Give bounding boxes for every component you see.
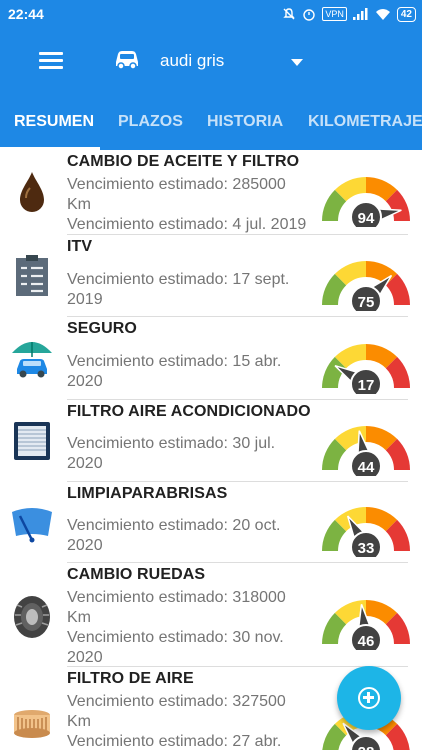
gauge-segment bbox=[385, 273, 410, 306]
item-detail: 2020 bbox=[67, 537, 103, 554]
gauge-segment bbox=[365, 177, 398, 202]
gauge-segment bbox=[385, 189, 410, 222]
item-detail: Km bbox=[67, 609, 91, 626]
gauge-value: 17 bbox=[358, 377, 375, 394]
progress-gauge: 75 bbox=[322, 261, 410, 311]
item-detail: 2020 bbox=[67, 373, 103, 390]
tire-icon bbox=[14, 596, 50, 638]
item-detail: Vencimiento estimado: 327500 bbox=[67, 693, 286, 710]
gauge-value: 94 bbox=[358, 210, 375, 227]
item-title: CAMBIO RUEDAS bbox=[67, 566, 206, 583]
gauge-segment bbox=[322, 438, 347, 471]
gauge-segment bbox=[322, 273, 347, 306]
umbrella-car-icon bbox=[12, 342, 52, 378]
progress-gauge: 44 bbox=[322, 426, 410, 476]
vehicle-name[interactable]: audi gris bbox=[160, 51, 224, 71]
maintenance-list: CAMBIO DE ACEITE Y FILTRO Vencimiento es… bbox=[0, 150, 422, 750]
tab-kilometraje[interactable]: KILOMETRAJE bbox=[308, 113, 422, 131]
menu-bar bbox=[39, 66, 63, 69]
item-detail: 2019 bbox=[67, 291, 103, 308]
progress-gauge: 94 bbox=[322, 177, 410, 227]
gauge-segment bbox=[365, 600, 398, 625]
gauge-segment bbox=[385, 519, 410, 552]
item-title: FILTRO AIRE ACONDICIONADO bbox=[67, 403, 311, 420]
list-item-cambio-aceite[interactable]: CAMBIO DE ACEITE Y FILTRO Vencimiento es… bbox=[0, 150, 422, 235]
windshield-wiper-icon bbox=[12, 508, 52, 543]
oil-drop-icon bbox=[20, 172, 44, 212]
battery-indicator: 42 bbox=[396, 6, 416, 22]
gauge-segment bbox=[334, 261, 367, 286]
menu-bar bbox=[39, 52, 63, 55]
dropdown-arrow-icon[interactable] bbox=[291, 59, 303, 66]
gauge-segment bbox=[334, 177, 367, 202]
gauge-value: 33 bbox=[358, 540, 375, 557]
list-item-filtro-aire-acondicionado[interactable]: FILTRO AIRE ACONDICIONADO Vencimiento es… bbox=[0, 400, 422, 482]
air-filter-icon bbox=[14, 710, 50, 738]
gauge-segment bbox=[322, 723, 347, 750]
tab-historia[interactable]: HISTORIA bbox=[207, 113, 283, 131]
bell-off-icon bbox=[283, 8, 296, 20]
item-title: ITV bbox=[67, 238, 93, 255]
menu-button[interactable] bbox=[36, 48, 66, 74]
gauge-segment bbox=[334, 344, 367, 369]
gauge-segment bbox=[365, 344, 398, 369]
menu-bar bbox=[39, 59, 63, 62]
gauge-value: 46 bbox=[358, 633, 375, 650]
item-detail: 2020 bbox=[67, 649, 103, 666]
status-bar: 22:44 VPN 42 bbox=[0, 0, 422, 28]
gauge-value: 28 bbox=[358, 744, 375, 750]
item-detail: Vencimiento estimado: 30 jul. bbox=[67, 435, 276, 452]
item-detail: Vencimiento estimado: 30 nov. bbox=[67, 629, 284, 646]
progress-gauge: 46 bbox=[322, 600, 410, 650]
item-title: FILTRO DE AIRE bbox=[67, 670, 194, 687]
progress-gauge: 33 bbox=[322, 507, 410, 557]
gauge-segment bbox=[385, 723, 410, 750]
add-button[interactable] bbox=[337, 666, 401, 730]
gauge-segment bbox=[385, 438, 410, 471]
progress-gauge: 17 bbox=[322, 344, 410, 394]
list-item-itv[interactable]: ITV Vencimiento estimado: 17 sept. 2019 … bbox=[0, 235, 422, 317]
item-title: CAMBIO DE ACEITE Y FILTRO bbox=[67, 153, 300, 170]
car-icon bbox=[116, 51, 138, 70]
item-detail: Vencimiento estimado: 4 jul. 2019 bbox=[67, 216, 307, 233]
item-detail: Km bbox=[67, 196, 91, 213]
app-bar: audi gris bbox=[0, 28, 422, 94]
vpn-badge: VPN bbox=[322, 7, 347, 21]
tab-bar: RESUMEN PLAZOS HISTORIA KILOMETRAJE bbox=[0, 94, 422, 150]
gauge-segment bbox=[365, 507, 398, 532]
item-detail: 2020 bbox=[67, 455, 103, 472]
status-icons: VPN 42 bbox=[282, 5, 416, 23]
item-detail: Vencimiento estimado: 20 oct. bbox=[67, 517, 281, 534]
item-detail: Vencimiento estimado: 285000 bbox=[67, 176, 286, 193]
gauge-segment bbox=[365, 426, 398, 451]
tab-plazos[interactable]: PLAZOS bbox=[118, 113, 183, 131]
item-detail: Vencimiento estimado: 17 sept. bbox=[67, 271, 290, 288]
item-title: LIMPIAPARABRISAS bbox=[67, 485, 228, 502]
checklist-icon bbox=[16, 255, 48, 296]
alarm-icon bbox=[303, 9, 316, 21]
gauge-segment bbox=[322, 519, 347, 552]
item-title: SEGURO bbox=[67, 320, 137, 337]
signal-icon bbox=[352, 8, 368, 20]
gauge-value: 75 bbox=[358, 294, 375, 311]
gauge-segment bbox=[385, 356, 410, 389]
gauge-segment bbox=[385, 612, 410, 645]
list-item-limpiaparabrisas[interactable]: LIMPIAPARABRISAS Vencimiento estimado: 2… bbox=[0, 482, 422, 563]
list-item-cambio-ruedas[interactable]: CAMBIO RUEDAS Vencimiento estimado: 3180… bbox=[0, 563, 422, 667]
status-time: 22:44 bbox=[8, 6, 44, 22]
add-icon bbox=[358, 687, 380, 709]
gauge-value: 44 bbox=[358, 459, 375, 476]
tab-resumen[interactable]: RESUMEN bbox=[14, 113, 94, 131]
item-detail: Vencimiento estimado: 318000 bbox=[67, 589, 286, 606]
list-item-seguro[interactable]: SEGURO Vencimiento estimado: 15 abr. 202… bbox=[0, 317, 422, 400]
item-detail: Vencimiento estimado: 27 abr. bbox=[67, 733, 282, 750]
gauge-segment bbox=[322, 612, 347, 645]
gauge-segment bbox=[322, 189, 347, 222]
cabin-filter-icon bbox=[14, 422, 50, 460]
wifi-icon bbox=[375, 8, 390, 20]
item-detail: Km bbox=[67, 713, 91, 730]
item-detail: Vencimiento estimado: 15 abr. bbox=[67, 353, 282, 370]
